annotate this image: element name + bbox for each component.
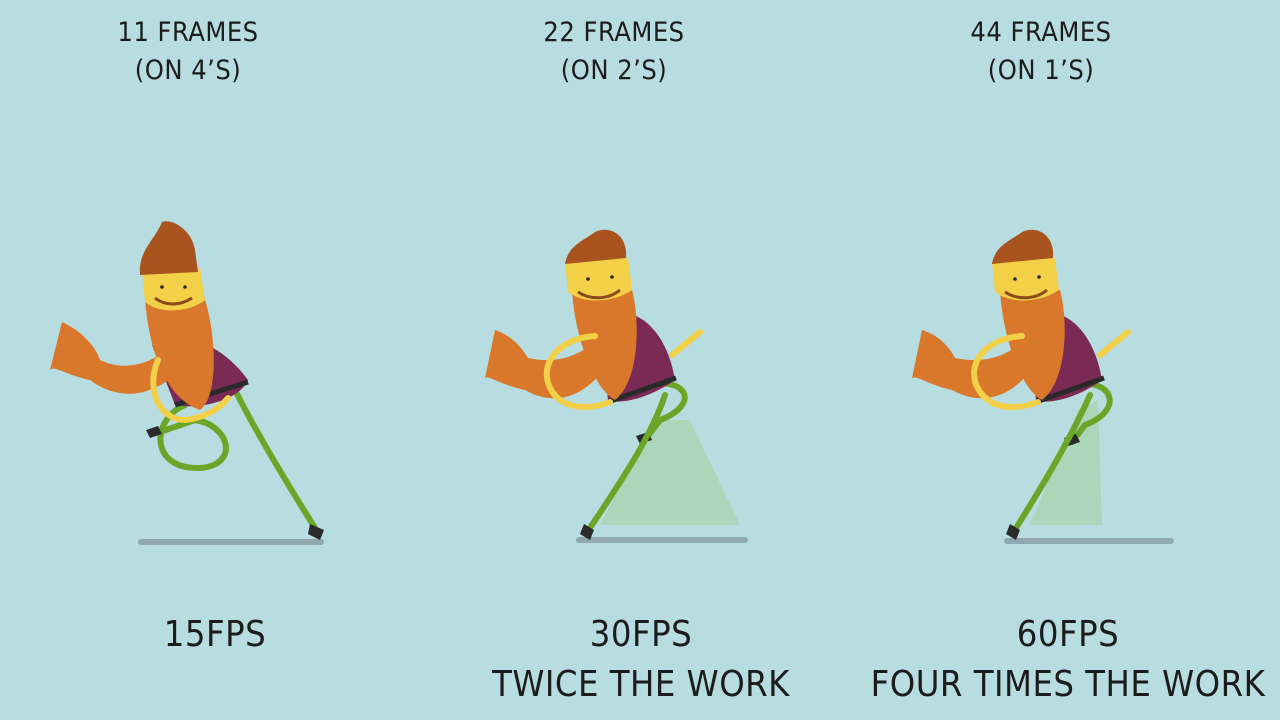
ground-shadow	[138, 539, 324, 545]
character-15fps	[50, 221, 324, 545]
face	[565, 258, 632, 301]
raised-arm	[1097, 329, 1131, 358]
character-60fps	[912, 229, 1174, 544]
left-eye	[160, 285, 164, 289]
animation-comparison-frame: 11 FRAMES (ON 4’S) 15FPS 22 FRAMES (ON 2…	[0, 0, 1280, 720]
character-30fps	[485, 229, 748, 543]
ground-shadow	[576, 537, 748, 543]
motion-trail	[600, 420, 740, 525]
right-eye	[1037, 275, 1041, 279]
characters-illustration	[50, 221, 1174, 545]
ground-shadow	[1004, 538, 1174, 544]
motion-trail	[1030, 400, 1102, 525]
hair	[565, 229, 627, 264]
left-eye	[1013, 277, 1017, 281]
right-eye	[183, 285, 187, 289]
face	[992, 258, 1059, 301]
hair	[992, 229, 1054, 264]
right-eye	[610, 275, 614, 279]
hair	[139, 221, 198, 275]
front-leg	[232, 387, 318, 531]
raised-arm	[669, 329, 703, 358]
left-eye	[586, 277, 590, 281]
